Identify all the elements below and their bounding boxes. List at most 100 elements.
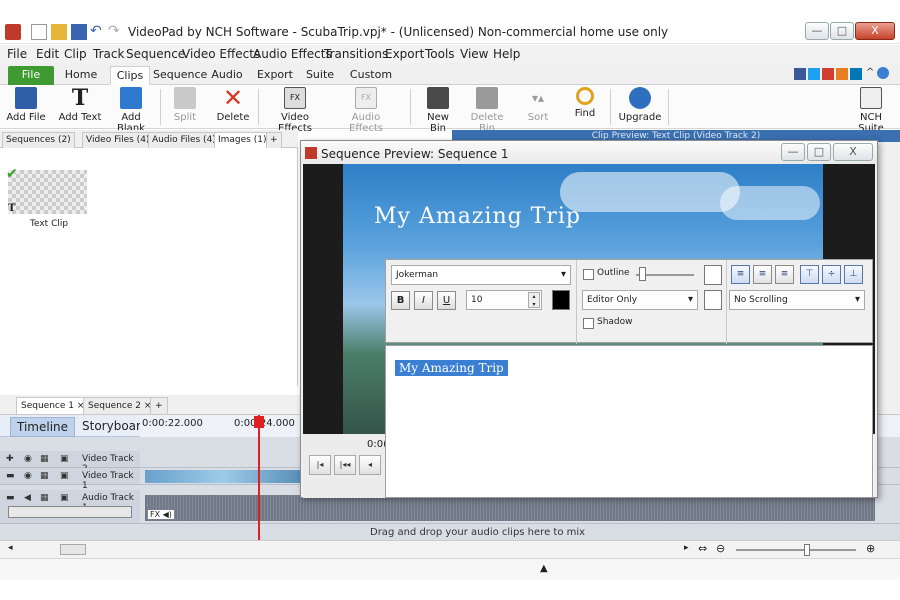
dialog-minimize-button[interactable]: — xyxy=(781,143,805,161)
save-icon[interactable] xyxy=(71,24,87,40)
tab-custom[interactable]: Custom xyxy=(348,66,394,85)
tab-audio-files[interactable]: Audio Files (4) xyxy=(148,132,220,148)
blend-icon[interactable]: ▦ xyxy=(40,471,49,481)
maximize-button[interactable]: □ xyxy=(830,22,854,40)
tab-add-bin[interactable]: + xyxy=(266,132,282,148)
menu-help[interactable]: Help xyxy=(493,47,520,61)
outline-slider-thumb[interactable] xyxy=(639,267,646,281)
size-spinner[interactable]: ▴ ▾ xyxy=(528,292,540,308)
valign-bottom-button[interactable]: ⊥ xyxy=(844,265,863,284)
menu-track[interactable]: Track xyxy=(93,47,124,61)
scroll-right-icon[interactable]: ▸ xyxy=(684,543,689,553)
minimize-button[interactable]: — xyxy=(805,22,829,40)
fit-timeline-icon[interactable]: ⇔ xyxy=(698,542,707,555)
menu-clip[interactable]: Clip xyxy=(64,47,87,61)
blend-icon[interactable]: ▦ xyxy=(40,454,49,464)
outline-color-swatch[interactable] xyxy=(704,265,722,285)
volume-slider[interactable] xyxy=(8,506,132,518)
menu-edit[interactable]: Edit xyxy=(36,47,59,61)
delete-button[interactable]: ✕ Delete xyxy=(214,86,252,123)
tab-sequence-2[interactable]: Sequence 2 × xyxy=(83,397,157,415)
audio-effects-button[interactable]: FX Audio Effects xyxy=(336,87,396,134)
collapse-track-icon[interactable]: ▬ xyxy=(6,471,15,481)
tab-export[interactable]: Export xyxy=(255,66,295,85)
new-file-icon[interactable] xyxy=(31,24,47,40)
collapse-track-icon[interactable]: ▬ xyxy=(6,493,15,503)
upgrade-button[interactable]: Upgrade xyxy=(618,87,662,123)
open-folder-icon[interactable] xyxy=(51,24,67,40)
lock-icon[interactable]: ▣ xyxy=(60,493,69,503)
tab-sequences[interactable]: Sequences (2) xyxy=(2,132,75,148)
find-button[interactable]: Find xyxy=(570,87,600,119)
menu-export[interactable]: Export xyxy=(385,47,424,61)
align-right-button[interactable]: ≡ xyxy=(775,265,794,284)
sort-button[interactable]: ▾▴ Sort xyxy=(518,87,558,123)
zoom-in-icon[interactable]: ⊕ xyxy=(866,542,875,555)
playhead[interactable] xyxy=(258,415,260,540)
add-track-icon[interactable]: ✚ xyxy=(6,454,14,464)
zoom-slider[interactable] xyxy=(736,549,856,551)
tab-suite[interactable]: Suite xyxy=(303,66,337,85)
lock-icon[interactable]: ▣ xyxy=(60,471,69,481)
dialog-maximize-button[interactable]: □ xyxy=(807,143,831,161)
menu-video-effects[interactable]: Video Effects xyxy=(182,47,260,61)
add-blank-button[interactable]: Add Blank xyxy=(106,87,156,134)
text-clip-thumbnail[interactable] xyxy=(8,170,87,214)
tab-sequence[interactable]: Sequence xyxy=(153,66,207,85)
tab-images[interactable]: Images (1) xyxy=(214,132,271,148)
help-icon[interactable] xyxy=(877,67,889,79)
split-button[interactable]: Split xyxy=(168,87,202,123)
new-bin-button[interactable]: New Bin xyxy=(418,87,458,134)
ribbon-collapse-icon[interactable]: ^ xyxy=(866,67,874,78)
bold-button[interactable]: B xyxy=(391,291,410,310)
speaker-icon[interactable]: ◀ xyxy=(24,493,31,503)
scroll-left-icon[interactable]: ◂ xyxy=(8,543,13,553)
scrolling-select[interactable]: No Scrolling xyxy=(729,290,865,310)
scroll-thumb[interactable] xyxy=(60,544,86,555)
audio-fx-icon[interactable]: FX ◀) xyxy=(148,510,174,519)
linkedin-icon[interactable] xyxy=(850,68,862,80)
zoom-slider-thumb[interactable] xyxy=(804,544,810,556)
audio-waveform[interactable] xyxy=(145,495,875,521)
font-select[interactable]: Jokerman xyxy=(391,265,571,285)
timeline-scrollbar[interactable]: ◂ ▸ ⇔ ⊖ ⊕ xyxy=(0,540,900,558)
editor-mode-select[interactable]: Editor Only xyxy=(582,290,698,310)
shadow-checkbox[interactable] xyxy=(583,318,594,329)
googleplus-icon[interactable] xyxy=(822,68,834,80)
italic-button[interactable]: I xyxy=(414,291,433,310)
playhead-handle[interactable] xyxy=(254,416,264,428)
valign-middle-button[interactable]: ÷ xyxy=(822,265,841,284)
nch-suite-button[interactable]: NCH Suite xyxy=(846,87,896,134)
zoom-out-icon[interactable]: ⊖ xyxy=(716,542,725,555)
undo-icon[interactable]: ↶ xyxy=(90,24,106,40)
menu-audio-effects[interactable]: Audio Effects xyxy=(253,47,332,61)
valign-top-button[interactable]: ⊤ xyxy=(800,265,819,284)
align-left-button[interactable]: ≡ xyxy=(731,265,750,284)
close-button[interactable]: X xyxy=(855,22,895,40)
tab-add-sequence[interactable]: + xyxy=(150,397,168,415)
text-color-swatch[interactable] xyxy=(552,290,570,310)
menu-tools[interactable]: Tools xyxy=(425,47,455,61)
menu-view[interactable]: View xyxy=(460,47,488,61)
tab-audio[interactable]: Audio xyxy=(208,66,246,85)
blend-icon[interactable]: ▦ xyxy=(40,493,49,503)
tab-timeline[interactable]: Timeline xyxy=(10,417,76,437)
lock-icon[interactable]: ▣ xyxy=(60,454,69,464)
selected-text[interactable]: My Amazing Trip xyxy=(395,360,508,376)
align-center-button[interactable]: ≡ xyxy=(753,265,772,284)
video-clip[interactable] xyxy=(145,470,300,483)
rss-icon[interactable] xyxy=(836,68,848,80)
delete-bin-button[interactable]: Delete Bin xyxy=(462,87,512,134)
add-text-button[interactable]: T Add Text xyxy=(56,87,104,123)
redo-icon[interactable]: ↷ xyxy=(108,24,124,40)
dialog-close-button[interactable]: X xyxy=(833,143,873,161)
tab-video-files[interactable]: Video Files (4) xyxy=(82,132,154,148)
menu-sequence[interactable]: Sequence xyxy=(126,47,185,61)
add-file-button[interactable]: Add File xyxy=(4,87,48,123)
tab-sequence-1[interactable]: Sequence 1 × xyxy=(16,397,90,415)
visibility-icon[interactable]: ◉ xyxy=(24,454,32,464)
tab-home[interactable]: Home xyxy=(60,66,102,85)
expand-panel-icon[interactable]: ▲ xyxy=(540,563,548,574)
twitter-icon[interactable] xyxy=(808,68,820,80)
outline-checkbox[interactable] xyxy=(583,269,594,280)
